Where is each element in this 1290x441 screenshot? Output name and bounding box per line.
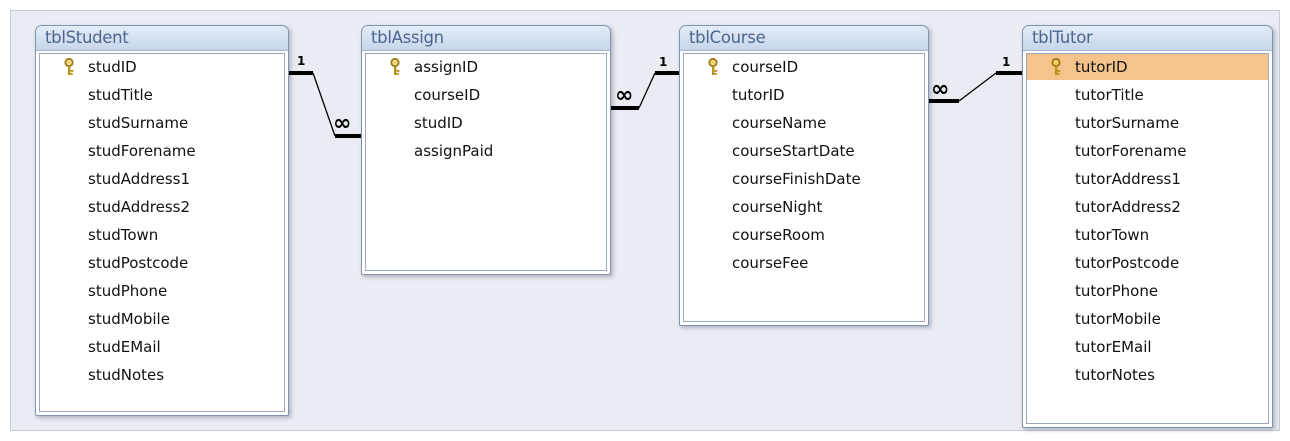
relationships-canvas: tblStudent studID studTitle studSurname stu… bbox=[10, 10, 1280, 431]
cardinality-many-label: ∞ bbox=[333, 111, 351, 136]
join-line bbox=[312, 72, 336, 137]
cardinality-many-label: ∞ bbox=[615, 83, 633, 108]
relationship-lines: 1 ∞ ∞ 1 ∞ 1 bbox=[289, 54, 1022, 138]
cardinality-one-label: 1 bbox=[1002, 55, 1010, 69]
join-line bbox=[638, 72, 656, 109]
cardinality-many-label: ∞ bbox=[931, 77, 949, 102]
join-line bbox=[958, 72, 997, 102]
cardinality-one-label: 1 bbox=[297, 54, 305, 68]
cardinality-one-label: 1 bbox=[659, 55, 667, 69]
